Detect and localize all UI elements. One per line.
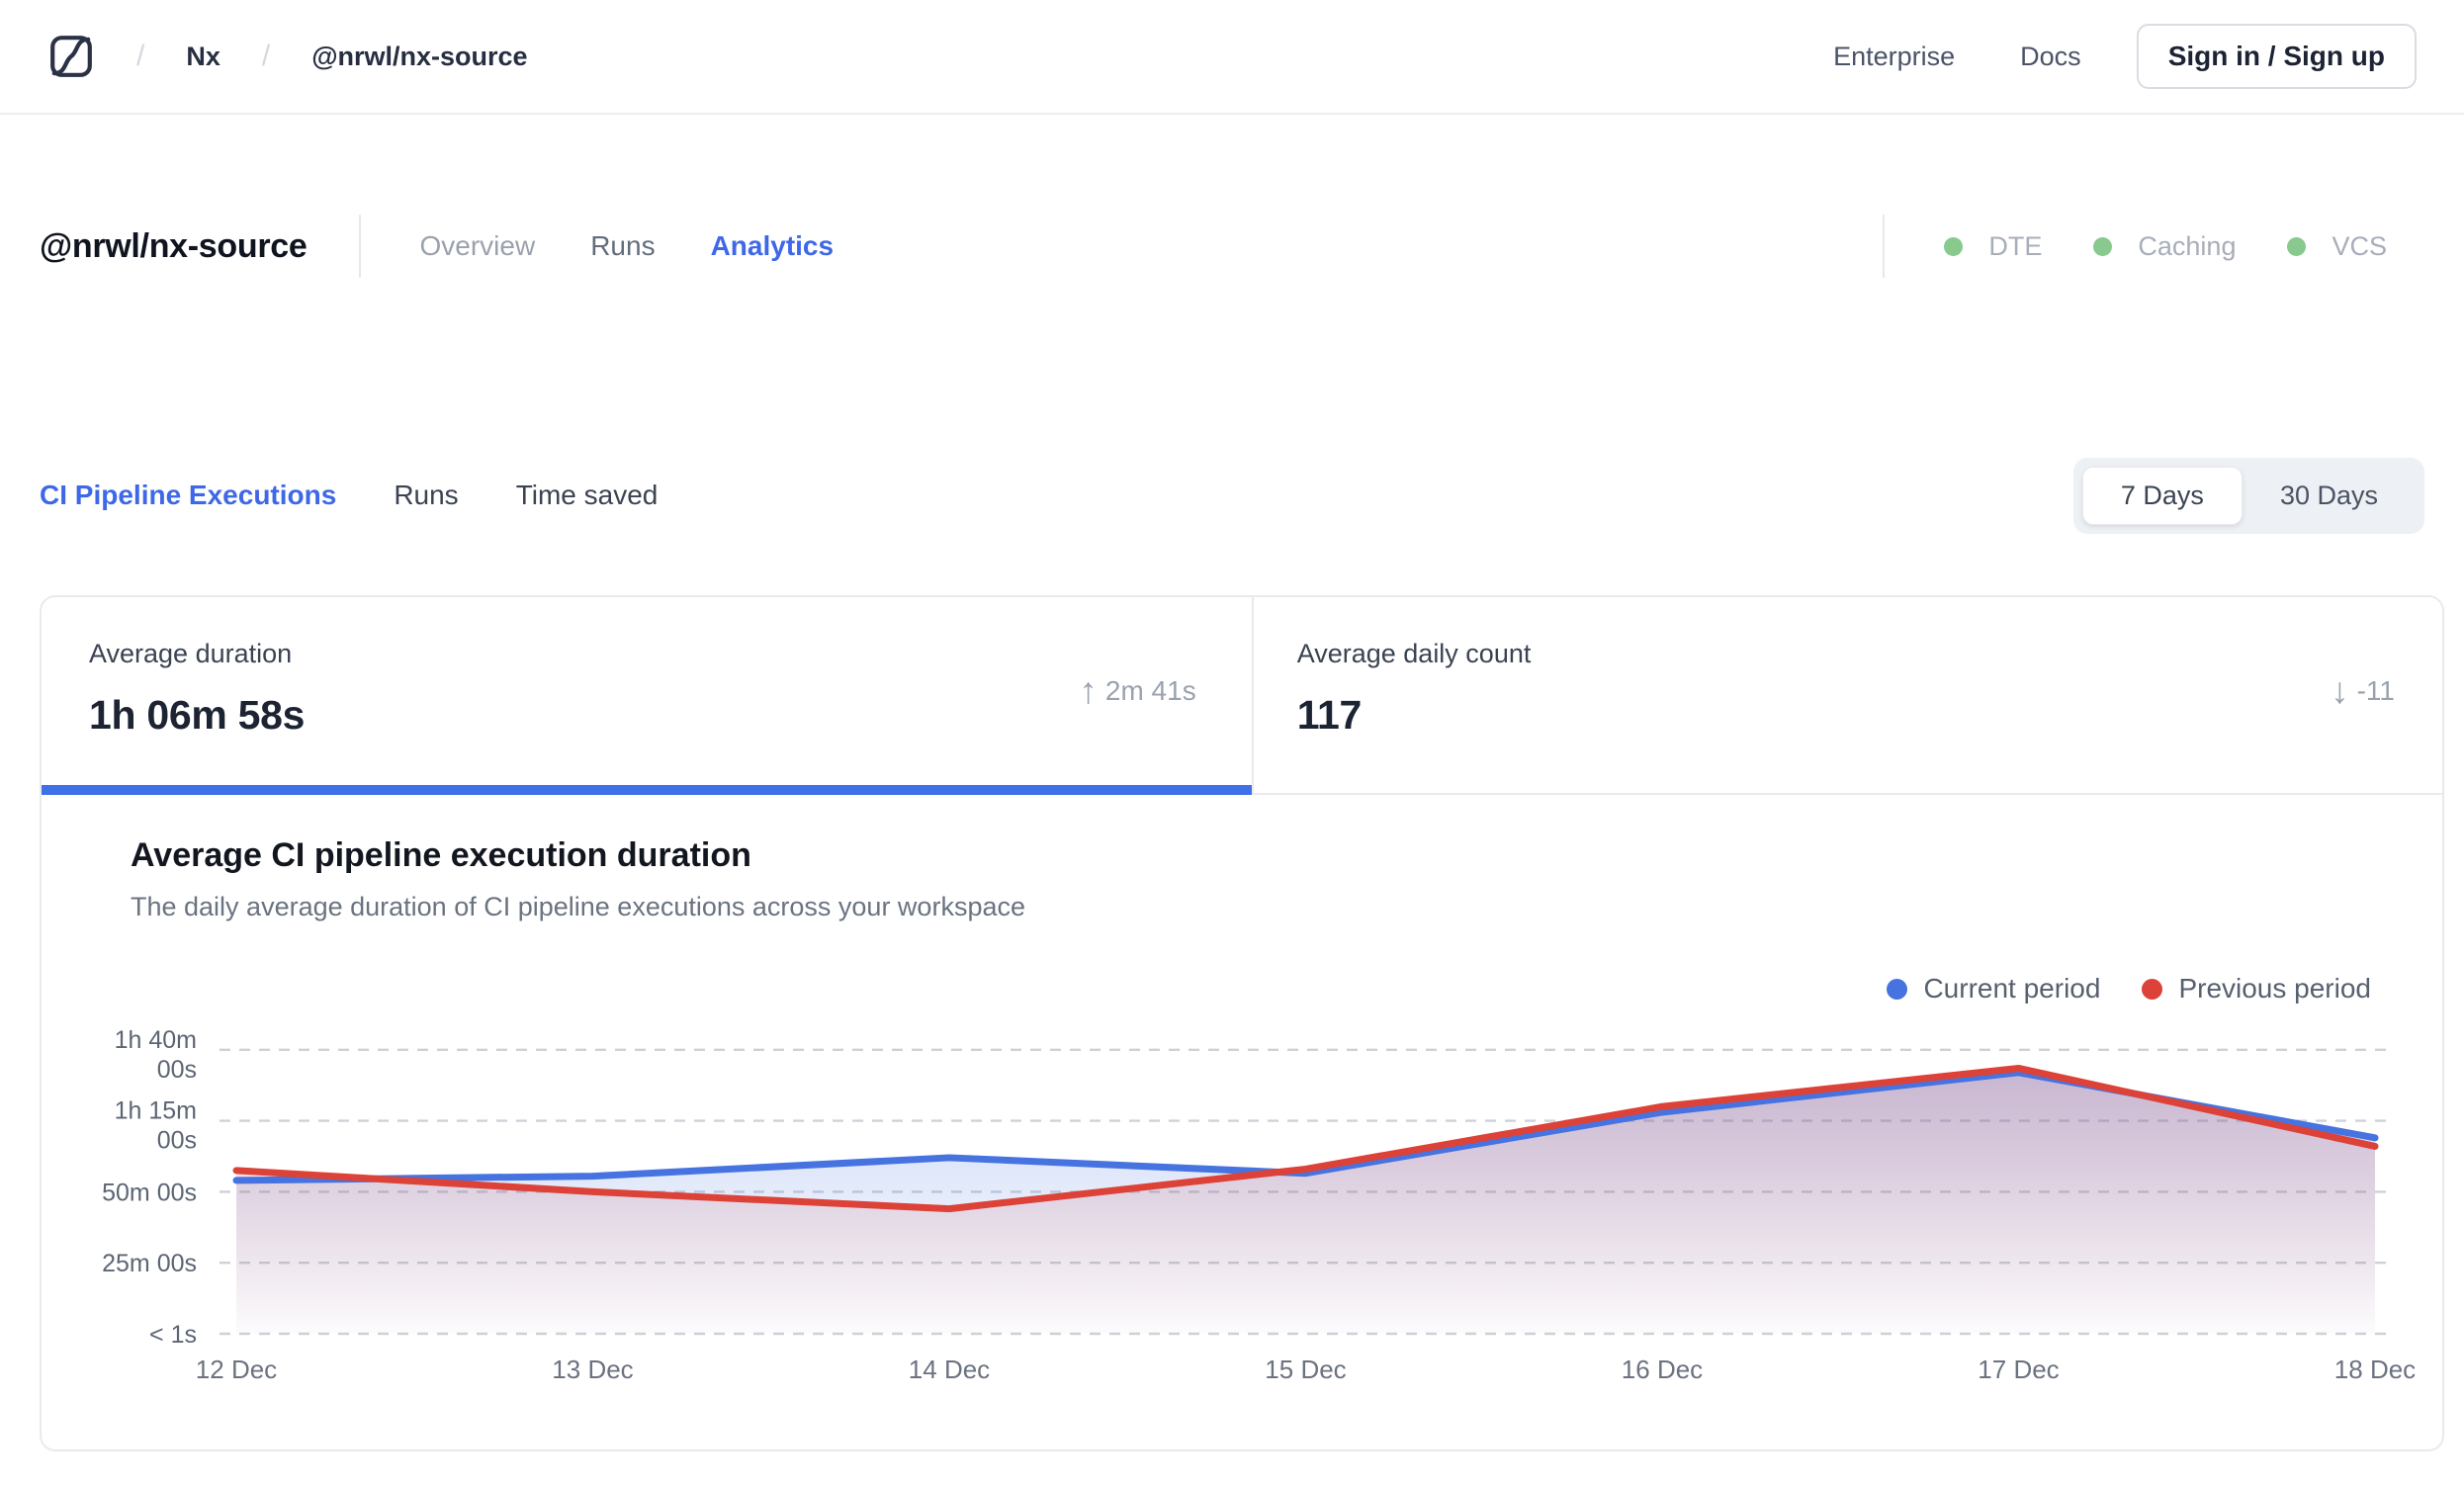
stat-card-average-daily-count[interactable]: Average daily count 117 ↓ -11 [1251, 597, 2442, 793]
tab-analytics[interactable]: Analytics [711, 230, 835, 262]
breadcrumb-repo[interactable]: @nrwl/nx-source [311, 42, 527, 72]
legend-label: Current period [1923, 973, 2101, 1004]
analytics-controls-row: CI Pipeline Executions Runs Time saved 7… [0, 457, 2464, 534]
chart-title: Average CI pipeline execution duration [131, 836, 751, 874]
toggle-30-days[interactable]: 30 Days [2243, 468, 2416, 524]
status-label: Caching [2138, 230, 2237, 261]
svg-text:15 Dec: 15 Dec [1265, 1355, 1346, 1384]
delta-value: 2m 41s [1104, 674, 1196, 706]
breadcrumb-separator: / [136, 40, 145, 72]
svg-text:1h 40m00s: 1h 40m 00s [115, 1026, 197, 1084]
sign-in-button[interactable]: Sign in / Sign up [2136, 24, 2417, 89]
chart-legend: Current period Previous period [1887, 973, 2371, 1005]
stat-delta: ↓ -11 [2331, 672, 2395, 709]
breadcrumb-separator: / [261, 40, 271, 72]
nx-cloud-logo-icon[interactable] [47, 33, 95, 80]
workspace-title: @nrwl/nx-source [40, 226, 308, 265]
svg-text:50m 00s: 50m 00s [102, 1179, 197, 1206]
analytics-card: Average duration 1h 06m 58s ↑ 2m 41s Ave… [40, 595, 2444, 1451]
green-dot-icon [1944, 236, 1964, 256]
svg-text:14 Dec: 14 Dec [909, 1355, 990, 1384]
tab-time-saved[interactable]: Time saved [516, 480, 659, 511]
stat-row: Average duration 1h 06m 58s ↑ 2m 41s Ave… [42, 597, 2442, 795]
legend-previous-period[interactable]: Previous period [2142, 973, 2371, 1005]
chart-section: Average CI pipeline execution duration T… [42, 795, 2442, 1447]
nav-link-docs[interactable]: Docs [2020, 42, 2081, 72]
svg-text:13 Dec: 13 Dec [552, 1355, 633, 1384]
legend-label: Previous period [2178, 973, 2371, 1004]
analytics-tabs: CI Pipeline Executions Runs Time saved [40, 480, 658, 511]
tab-ci-pipeline-executions[interactable]: CI Pipeline Executions [40, 480, 336, 511]
legend-dot-icon [2142, 978, 2163, 1000]
svg-text:16 Dec: 16 Dec [1622, 1355, 1703, 1384]
arrow-down-icon: ↓ [2331, 670, 2349, 711]
tab-runs[interactable]: Runs [590, 230, 655, 262]
chart-subtitle: The daily average duration of CI pipelin… [131, 892, 1025, 921]
workspace-title-row: @nrwl/nx-source Overview Runs Analytics … [0, 214, 2464, 279]
legend-current-period[interactable]: Current period [1887, 973, 2100, 1005]
status-vcs: VCS [2287, 231, 2387, 262]
status-dte: DTE [1944, 231, 2042, 262]
workspace-tabs: Overview Runs Analytics [420, 230, 835, 262]
delta-value: -11 [2356, 674, 2395, 706]
workspace-status-list: DTE Caching VCS [1944, 231, 2424, 262]
duration-chart: 1h 40m 00s 1h 15m 00s 50m 00s 25m 00s < 1s 12 D… [61, 1020, 2442, 1406]
toggle-7-days[interactable]: 7 Days [2081, 466, 2243, 525]
divider [358, 215, 361, 278]
tab-overview[interactable]: Overview [420, 230, 536, 262]
status-label: VCS [2332, 230, 2387, 261]
breadcrumb-org[interactable]: Nx [186, 42, 220, 72]
green-dot-icon [2093, 236, 2113, 256]
svg-text:18 Dec: 18 Dec [2334, 1355, 2416, 1384]
stat-value: 117 [1296, 692, 1363, 738]
nx-cloud-analytics-page: / Nx / @nrwl/nx-source Enterprise Docs S… [0, 0, 2464, 1487]
stat-delta: ↑ 2m 41s [1079, 672, 1195, 709]
svg-text:12 Dec: 12 Dec [196, 1355, 277, 1384]
svg-text:1h 15m00s: 1h 15m 00s [115, 1097, 197, 1155]
stat-label: Average duration [89, 639, 293, 668]
status-caching: Caching [2093, 231, 2236, 262]
duration-chart-svg: 1h 40m 00s 1h 15m 00s 50m 00s 25m 00s < 1s 12 D… [102, 1026, 2416, 1384]
status-label: DTE [1988, 230, 2043, 261]
stat-label: Average daily count [1296, 639, 1532, 668]
svg-text:25m 00s: 25m 00s [102, 1250, 197, 1277]
svg-text:17 Dec: 17 Dec [1978, 1355, 2059, 1384]
top-header: / Nx / @nrwl/nx-source Enterprise Docs S… [0, 0, 2464, 115]
svg-text:< 1s: < 1s [149, 1321, 197, 1349]
tab-analytics-runs[interactable]: Runs [394, 480, 458, 511]
divider [1883, 215, 1886, 278]
green-dot-icon [2287, 236, 2307, 256]
stat-value: 1h 06m 58s [89, 692, 306, 738]
active-stat-indicator [42, 785, 1252, 795]
arrow-up-icon: ↑ [1079, 670, 1098, 711]
period-toggle: 7 Days 30 Days [2072, 457, 2424, 534]
nav-link-enterprise[interactable]: Enterprise [1833, 42, 1955, 72]
stat-card-average-duration[interactable]: Average duration 1h 06m 58s ↑ 2m 41s [42, 597, 1252, 795]
legend-dot-icon [1887, 978, 1908, 1000]
